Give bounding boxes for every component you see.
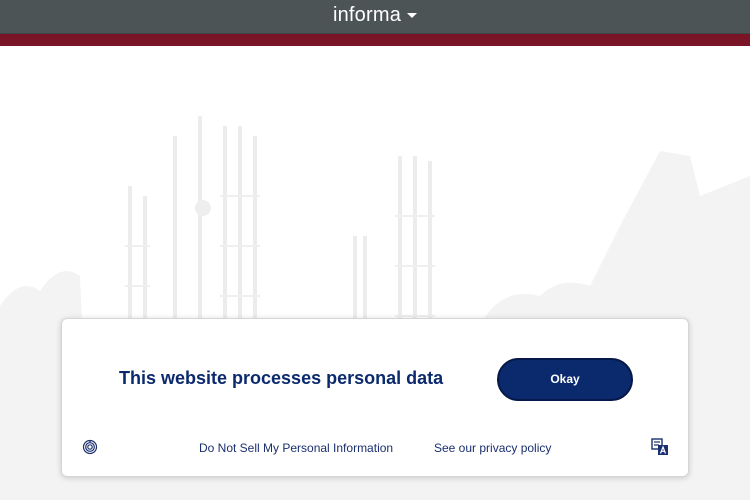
translate-icon[interactable] bbox=[651, 438, 669, 456]
consent-footer: Do Not Sell My Personal Information See … bbox=[62, 437, 688, 457]
okay-button[interactable]: Okay bbox=[497, 358, 633, 401]
brand-menu[interactable]: informa bbox=[0, 4, 750, 27]
fingerprint-icon[interactable] bbox=[82, 439, 98, 455]
consent-title: This website processes personal data bbox=[119, 368, 444, 388]
brand-logo: informa bbox=[332, 4, 402, 27]
top-navigation-bar: informa bbox=[0, 0, 750, 34]
cookie-consent-banner: This website processes personal data Oka… bbox=[61, 318, 689, 477]
caret-down-icon bbox=[407, 13, 418, 19]
do-not-sell-link[interactable]: Do Not Sell My Personal Information bbox=[199, 441, 393, 455]
privacy-policy-link[interactable]: See our privacy policy bbox=[434, 441, 551, 455]
accent-stripe bbox=[0, 34, 750, 46]
